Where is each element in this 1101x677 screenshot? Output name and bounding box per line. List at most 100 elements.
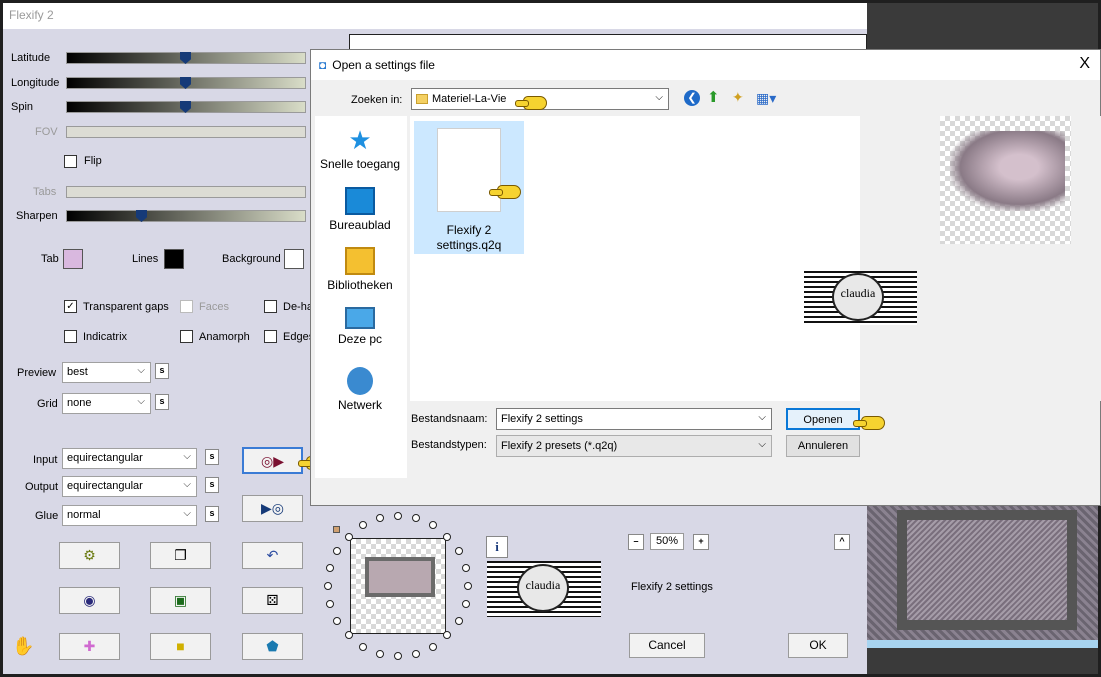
- save-settings-button[interactable]: ▶◎: [242, 495, 303, 522]
- input-select[interactable]: equirectangular ⌵: [62, 448, 197, 469]
- anamorph-checkbox[interactable]: [180, 330, 193, 343]
- dice-button[interactable]: ⚄: [242, 587, 303, 614]
- dialog-cancel-button[interactable]: Annuleren: [786, 435, 860, 457]
- zoom-out-button[interactable]: –: [628, 534, 644, 550]
- background-color-swatch[interactable]: [284, 249, 304, 269]
- ring-dot[interactable]: [429, 642, 437, 651]
- settings-logo-image: claudia: [487, 561, 601, 617]
- ring-dot[interactable]: [412, 514, 421, 523]
- computer-icon: [345, 307, 375, 329]
- gear-button[interactable]: ⚙: [59, 542, 120, 569]
- input-s-button[interactable]: s: [205, 449, 219, 465]
- glue-select[interactable]: normal ⌵: [62, 505, 197, 526]
- up-folder-icon[interactable]: ⬆: [707, 88, 720, 106]
- sharpen-thumb[interactable]: [136, 210, 147, 222]
- nav-item-label: Bibliotheken: [327, 278, 393, 292]
- output-s-button[interactable]: s: [205, 477, 219, 493]
- ring-dot[interactable]: [333, 617, 342, 625]
- latitude-slider[interactable]: [66, 52, 306, 64]
- copy-icon: ❐: [174, 547, 187, 563]
- ring-dot[interactable]: [375, 649, 384, 658]
- ring-dot[interactable]: [461, 600, 470, 609]
- flip-checkbox[interactable]: [64, 155, 77, 168]
- open-button[interactable]: Openen: [786, 408, 860, 430]
- longitude-thumb[interactable]: [180, 77, 191, 89]
- load-settings-button[interactable]: ◎▶: [242, 447, 303, 474]
- glue-s-button[interactable]: s: [205, 506, 219, 522]
- preview-select[interactable]: best ⌵: [62, 362, 151, 383]
- ring-dot[interactable]: [359, 521, 367, 530]
- spin-thumb[interactable]: [180, 101, 191, 113]
- new-folder-icon[interactable]: ✦: [732, 89, 744, 106]
- sharpen-slider[interactable]: [66, 210, 306, 222]
- ring-dot[interactable]: [429, 521, 437, 530]
- collapse-button[interactable]: ^: [834, 534, 850, 550]
- nav-item-quick-access[interactable]: ★ Snelle toegang: [317, 126, 403, 171]
- gear-icon: ⚙: [83, 547, 96, 563]
- nav-item-libraries[interactable]: Bibliotheken: [317, 247, 403, 292]
- spin-slider[interactable]: [66, 101, 306, 113]
- indicatrix-checkbox[interactable]: [64, 330, 77, 343]
- ring-dot[interactable]: [326, 600, 335, 609]
- ring-dot[interactable]: [375, 514, 384, 523]
- flip-label: Flip: [84, 155, 102, 167]
- ring-dot[interactable]: [333, 547, 342, 555]
- square-button[interactable]: ▣: [150, 587, 211, 614]
- nav-item-this-pc[interactable]: Deze pc: [317, 307, 403, 346]
- chevron-down-icon: ⌵: [137, 396, 145, 407]
- settings-name-label: Flexify 2 settings: [631, 581, 713, 593]
- ring-dot[interactable]: [326, 563, 335, 572]
- info-button[interactable]: i: [486, 536, 508, 558]
- dice-icon: ⚄: [266, 592, 279, 608]
- latitude-thumb[interactable]: [180, 52, 191, 64]
- dehalo-checkbox[interactable]: [264, 300, 277, 313]
- longitude-slider[interactable]: [66, 77, 306, 89]
- ring-button[interactable]: ◉: [59, 587, 120, 614]
- grid-s-button[interactable]: s: [155, 394, 169, 410]
- zoom-level[interactable]: 50%: [650, 533, 684, 550]
- ring-dot[interactable]: [412, 649, 421, 658]
- ring-dot[interactable]: [324, 582, 332, 590]
- nav-item-desktop[interactable]: Bureaublad: [317, 187, 403, 232]
- filename-input[interactable]: Flexify 2 settings ⌵: [496, 408, 772, 430]
- chevron-down-icon: ⌵: [183, 508, 191, 519]
- file-preview-pane: claudia: [804, 116, 1101, 401]
- view-menu-icon[interactable]: ▦▾: [756, 90, 776, 107]
- back-icon[interactable]: ❮: [684, 90, 700, 106]
- filename-label: Bestandsnaam:: [411, 413, 488, 425]
- file-list: Flexify 2 settings.q2q: [410, 116, 860, 401]
- edges-checkbox[interactable]: [264, 330, 277, 343]
- resize-handle[interactable]: [333, 526, 340, 533]
- zoom-in-button[interactable]: +: [693, 534, 709, 550]
- ring-dot[interactable]: [464, 582, 472, 590]
- copy-button[interactable]: ❐: [150, 542, 211, 569]
- ring-dot[interactable]: [394, 652, 402, 660]
- cancel-button[interactable]: Cancel: [629, 633, 705, 658]
- glue-select-value: normal: [67, 509, 101, 521]
- dialog-close-button[interactable]: X: [1079, 55, 1090, 73]
- ring-dot[interactable]: [443, 532, 452, 541]
- ring-dot[interactable]: [344, 631, 353, 640]
- undo-button[interactable]: ↶: [242, 542, 303, 569]
- ring-dot[interactable]: [344, 532, 353, 541]
- ring-dot[interactable]: [394, 512, 402, 520]
- grid-select[interactable]: none ⌵: [62, 393, 151, 414]
- desktop-icon: [345, 187, 375, 215]
- transparent-gaps-checkbox[interactable]: ✓: [64, 300, 77, 313]
- lines-color-swatch[interactable]: [164, 249, 184, 269]
- cube-button[interactable]: ■: [150, 633, 211, 660]
- ring-dot[interactable]: [443, 631, 452, 640]
- ring-dot[interactable]: [461, 563, 470, 572]
- tab-color-swatch[interactable]: [63, 249, 83, 269]
- ring-dot[interactable]: [454, 617, 463, 625]
- ring-dot[interactable]: [359, 642, 367, 651]
- ring-dot[interactable]: [454, 547, 463, 555]
- preview-s-button[interactable]: s: [155, 363, 169, 379]
- filetype-select[interactable]: Flexify 2 presets (*.q2q) ⌵: [496, 435, 772, 457]
- ok-button[interactable]: OK: [788, 633, 848, 658]
- gem-button[interactable]: ⬟: [242, 633, 303, 660]
- nav-item-network[interactable]: Netwerk: [317, 367, 403, 412]
- output-select[interactable]: equirectangular ⌵: [62, 476, 197, 497]
- cross-button[interactable]: ✚: [59, 633, 120, 660]
- open-settings-dialog: ◘ Open a settings file X Zoeken in: Mater…: [310, 49, 1101, 506]
